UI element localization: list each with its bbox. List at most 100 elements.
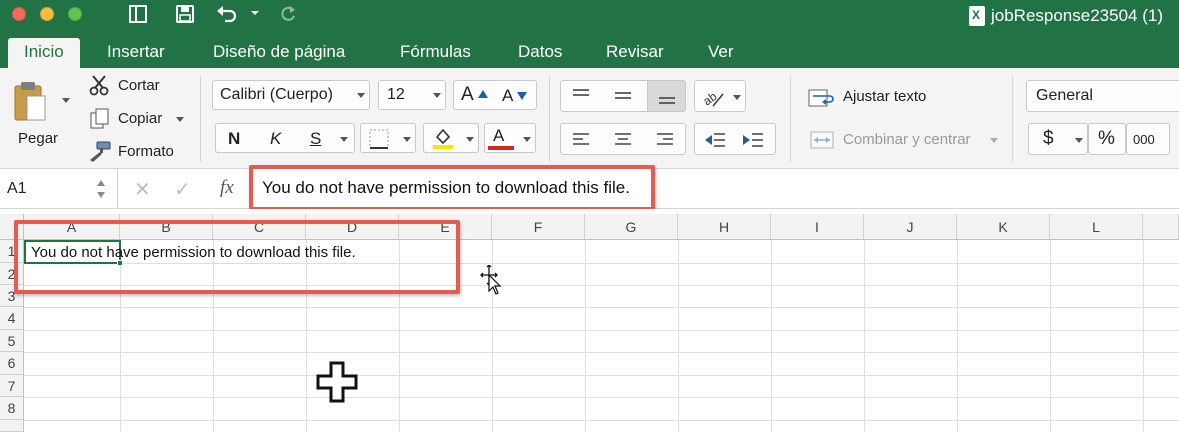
- insert-function-button[interactable]: fx: [220, 177, 234, 199]
- tab-inicio[interactable]: Inicio: [8, 38, 80, 68]
- shrink-font-button[interactable]: A: [502, 86, 513, 106]
- thousands-separator-button[interactable]: 000: [1126, 123, 1170, 155]
- column-header-m[interactable]: [1143, 214, 1179, 240]
- ribbon-separator: [549, 76, 550, 162]
- row-header-7[interactable]: 7: [0, 375, 24, 397]
- undo-icon[interactable]: [216, 4, 240, 24]
- copy-icon[interactable]: [89, 108, 111, 134]
- tab-ver[interactable]: Ver: [708, 35, 734, 68]
- sidebar-toggle-icon[interactable]: [128, 4, 148, 24]
- orientation-button[interactable]: ab: [694, 80, 746, 112]
- align-middle-icon[interactable]: [613, 88, 633, 104]
- excel-window: jobResponse23504 (1) Inicio Insertar Dis…: [0, 0, 1179, 432]
- font-size-select[interactable]: 12: [378, 80, 446, 110]
- font-color-dropdown-icon: [523, 137, 531, 142]
- gridline: [678, 240, 679, 432]
- format-painter-icon[interactable]: [88, 140, 112, 166]
- font-name-dropdown-icon: [357, 93, 365, 98]
- font-size-value: 12: [387, 86, 405, 103]
- wrap-text-icon[interactable]: [808, 88, 836, 108]
- confirm-edit-button[interactable]: ✓: [174, 177, 191, 202]
- bold-button[interactable]: N: [228, 129, 240, 149]
- increase-indent-icon[interactable]: [741, 130, 765, 150]
- column-header-f[interactable]: F: [492, 214, 585, 240]
- paste-button-label[interactable]: Pegar: [18, 130, 58, 147]
- paste-dropdown-arrow-icon[interactable]: [62, 98, 70, 103]
- align-right-icon[interactable]: [655, 131, 675, 149]
- copy-dropdown-arrow-icon[interactable]: [176, 117, 184, 122]
- underline-dropdown-icon[interactable]: [340, 137, 348, 142]
- undo-dropdown-arrow-icon[interactable]: [250, 8, 260, 18]
- tab-formulas[interactable]: Fórmulas: [400, 35, 471, 68]
- align-top-icon[interactable]: [571, 88, 591, 104]
- column-header-g[interactable]: G: [585, 214, 678, 240]
- ribbon-tab-bar: Inicio Insertar Diseño de página Fórmula…: [0, 35, 1179, 68]
- tab-datos[interactable]: Datos: [518, 35, 562, 68]
- indent-group: [694, 123, 776, 155]
- currency-dropdown-icon: [1075, 138, 1083, 143]
- number-format-select[interactable]: General: [1026, 80, 1179, 112]
- align-bottom-icon: [659, 97, 675, 104]
- move-cursor-icon: [480, 265, 502, 295]
- font-name-select[interactable]: Calibri (Cuerpo): [212, 80, 370, 110]
- row-header-6[interactable]: 6: [0, 352, 24, 375]
- gridline: [24, 397, 1179, 398]
- close-window-button[interactable]: [12, 7, 26, 21]
- fill-color-button[interactable]: [423, 123, 479, 153]
- column-header-l[interactable]: L: [1050, 214, 1143, 240]
- align-left-icon[interactable]: [571, 131, 591, 149]
- currency-symbol: $: [1043, 128, 1054, 149]
- percent-button[interactable]: %: [1088, 123, 1126, 155]
- column-header-k[interactable]: K: [957, 214, 1050, 240]
- row-header-5[interactable]: 5: [0, 330, 24, 352]
- underline-button[interactable]: S: [310, 129, 321, 149]
- redo-icon[interactable]: [278, 4, 298, 24]
- row-header-9[interactable]: [0, 420, 24, 432]
- merge-icon[interactable]: [810, 130, 834, 150]
- merge-dropdown-icon[interactable]: [990, 138, 998, 143]
- italic-button[interactable]: K: [270, 129, 281, 149]
- fill-color-icon: [433, 128, 453, 149]
- column-header-h[interactable]: H: [678, 214, 771, 240]
- merge-center-button[interactable]: Combinar y centrar: [843, 131, 971, 148]
- tab-diseno-de-pagina[interactable]: Diseño de página: [213, 35, 345, 68]
- column-header-i[interactable]: I: [771, 214, 864, 240]
- minimize-window-button[interactable]: [40, 7, 54, 21]
- grow-font-button[interactable]: A: [461, 84, 474, 106]
- tab-insertar[interactable]: Insertar: [107, 35, 165, 68]
- decrease-indent-icon[interactable]: [703, 130, 727, 150]
- wrap-text-button[interactable]: Ajustar texto: [843, 88, 926, 105]
- fill-color-dropdown-icon: [466, 137, 474, 142]
- borders-dropdown-icon: [403, 137, 411, 142]
- document-title-text: jobResponse23504 (1): [990, 6, 1163, 25]
- row-header-8[interactable]: 8: [0, 397, 24, 420]
- align-bottom-button[interactable]: [647, 81, 685, 111]
- borders-button[interactable]: [360, 123, 416, 153]
- row-header-4[interactable]: 4: [0, 307, 24, 330]
- name-box-stepper-icon[interactable]: [96, 177, 106, 201]
- cell-highlight-box: [14, 220, 460, 294]
- borders-icon: [369, 129, 389, 149]
- tab-revisar[interactable]: Revisar: [606, 35, 664, 68]
- scissors-icon[interactable]: [88, 74, 110, 100]
- number-format-value: General: [1036, 87, 1093, 104]
- ribbon-separator: [200, 76, 201, 162]
- currency-button[interactable]: $: [1028, 123, 1088, 155]
- format-painter-button[interactable]: Formato: [118, 143, 174, 160]
- cut-button[interactable]: Cortar: [118, 77, 160, 94]
- plus-cursor-icon: [316, 361, 358, 403]
- align-center-icon[interactable]: [613, 131, 633, 149]
- gridline: [1143, 240, 1144, 432]
- cancel-edit-button[interactable]: ✕: [134, 177, 151, 202]
- maximize-window-button[interactable]: [68, 7, 82, 21]
- column-header-j[interactable]: J: [864, 214, 957, 240]
- paste-icon[interactable]: [12, 80, 52, 128]
- grow-arrow-icon: [478, 90, 488, 98]
- save-icon[interactable]: [175, 4, 195, 24]
- shrink-arrow-icon: [517, 92, 527, 100]
- name-box[interactable]: A1: [0, 169, 118, 209]
- ribbon-home: Pegar Cortar Copiar Formato Calibri (Cue…: [0, 68, 1179, 169]
- formula-highlight-box: [249, 165, 655, 211]
- copy-button[interactable]: Copiar: [118, 110, 162, 127]
- font-color-button[interactable]: A: [484, 123, 536, 153]
